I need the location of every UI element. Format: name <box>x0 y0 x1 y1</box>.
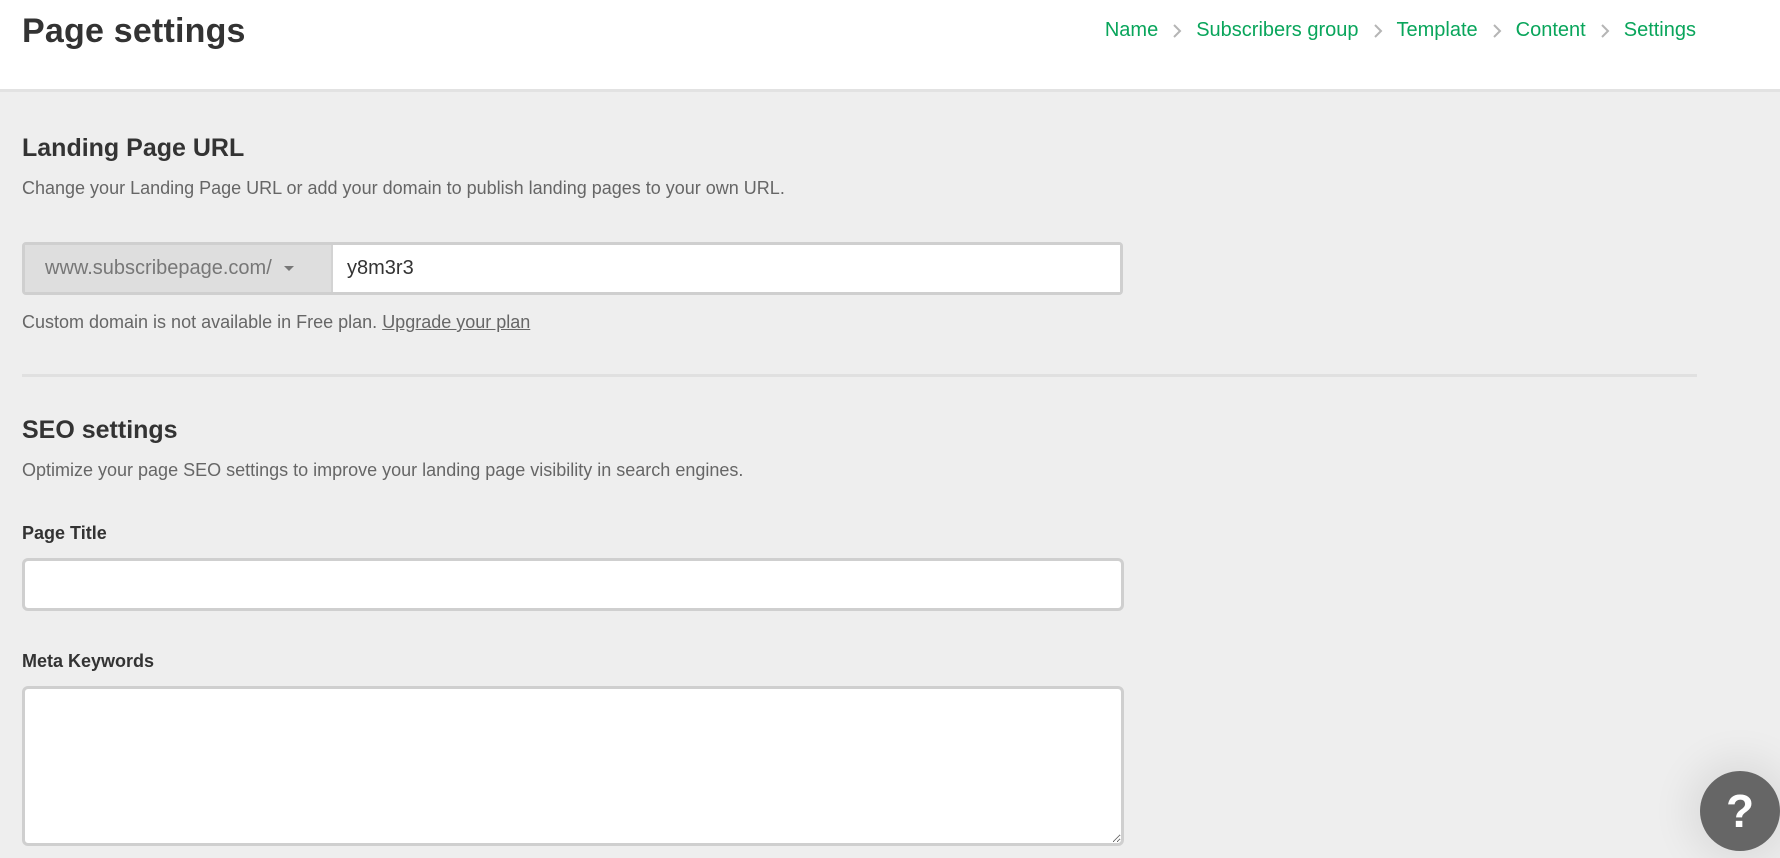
question-mark-icon: ? <box>1725 785 1755 837</box>
breadcrumb-name[interactable]: Name <box>1105 19 1158 42</box>
caret-down-icon <box>283 266 294 271</box>
help-button[interactable]: ? <box>1700 771 1780 851</box>
custom-domain-note-text: Custom domain is not available in Free p… <box>22 312 383 332</box>
page-title: Page settings <box>22 12 246 50</box>
breadcrumb-settings[interactable]: Settings <box>1624 19 1696 42</box>
landing-url-heading: Landing Page URL <box>22 134 245 162</box>
page-title-input[interactable] <box>22 558 1124 611</box>
seo-description: Optimize your page SEO settings to impro… <box>22 460 744 480</box>
breadcrumb-template[interactable]: Template <box>1397 19 1478 42</box>
chevron-right-icon <box>1373 23 1383 38</box>
domain-select-value: www.subscribepage.com/ <box>45 257 272 279</box>
breadcrumb-content[interactable]: Content <box>1516 19 1586 42</box>
domain-select[interactable]: www.subscribepage.com/ <box>25 245 333 292</box>
chevron-right-icon <box>1172 23 1182 38</box>
landing-url-description: Change your Landing Page URL or add your… <box>22 178 785 198</box>
chevron-right-icon <box>1492 23 1502 38</box>
section-divider <box>22 374 1697 377</box>
meta-keywords-label: Meta Keywords <box>22 651 155 671</box>
custom-domain-note: Custom domain is not available in Free p… <box>22 312 530 333</box>
upgrade-plan-link[interactable]: Upgrade your plan <box>382 312 530 332</box>
url-slug-input[interactable] <box>333 245 1120 292</box>
meta-keywords-textarea[interactable] <box>22 686 1124 846</box>
chevron-right-icon <box>1600 23 1610 38</box>
seo-heading: SEO settings <box>22 416 178 444</box>
breadcrumb-subscribers-group[interactable]: Subscribers group <box>1196 19 1358 42</box>
page-title-label: Page Title <box>22 523 107 543</box>
url-input-group: www.subscribepage.com/ <box>22 242 1123 295</box>
page-header: Page settings Name Subscribers group Tem… <box>0 0 1780 92</box>
breadcrumb: Name Subscribers group Template Content … <box>1105 19 1696 42</box>
